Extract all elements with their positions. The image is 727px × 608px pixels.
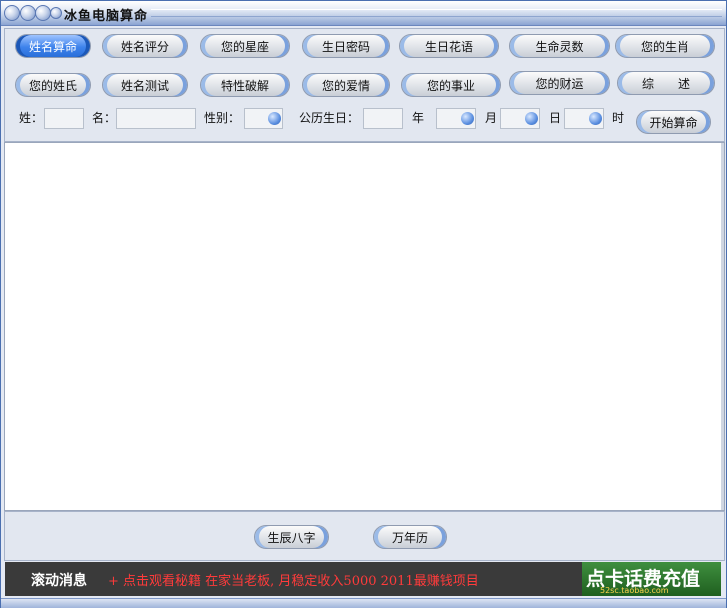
title-decoration <box>151 9 722 17</box>
surname-label: 姓： <box>19 111 44 125</box>
month-label: 月 <box>485 111 498 125</box>
tab-love[interactable]: 您的爱情 <box>302 73 390 97</box>
news-ticker: 滚动消息 + 点击观看秘籍 在家当老板, 月稳定收入5000 2011最赚钱项目… <box>5 562 721 596</box>
bottom-panel: 生辰八字 万年历 <box>4 511 725 561</box>
tab-summary[interactable]: 综 述 <box>617 71 715 95</box>
tab-birthday-code[interactable]: 生日密码 <box>302 34 390 58</box>
minimize-icon[interactable] <box>20 5 36 21</box>
system-menu-icon[interactable] <box>4 5 20 21</box>
dropdown-knob-icon[interactable] <box>461 112 474 125</box>
surname-input[interactable] <box>44 108 84 129</box>
birthday-label: 公历生日： <box>299 111 360 125</box>
dropdown-knob-icon[interactable] <box>525 112 538 125</box>
ticker-label: 滚动消息 <box>31 573 87 589</box>
window-title: 冰鱼电脑算命 <box>64 9 149 24</box>
gender-select[interactable] <box>244 108 283 129</box>
gender-label: 性别： <box>204 111 241 125</box>
app-window: 冰鱼电脑算命 姓名算命 姓名评分 您的星座 生日密码 生日花语 生命灵数 您的生… <box>0 0 727 608</box>
day-label: 日 <box>549 111 562 125</box>
tab-wealth[interactable]: 您的财运 <box>509 71 610 95</box>
birthday-input[interactable] <box>363 108 403 129</box>
tab-career[interactable]: 您的事业 <box>401 73 501 97</box>
calendar-button[interactable]: 万年历 <box>373 525 447 549</box>
tab-surname[interactable]: 您的姓氏 <box>15 73 91 97</box>
window-footer <box>1 598 726 608</box>
bazi-button[interactable]: 生辰八字 <box>254 525 329 549</box>
hour-label: 时 <box>612 111 625 125</box>
result-area[interactable] <box>4 142 725 511</box>
scrollbar[interactable] <box>721 143 724 510</box>
year-label: 年 <box>412 111 425 125</box>
close-icon[interactable] <box>35 5 51 21</box>
day-select[interactable] <box>564 108 604 129</box>
ticker-message[interactable]: + 点击观看秘籍 在家当老板, 月稳定收入5000 2011最赚钱项目 <box>108 570 479 589</box>
dropdown-knob-icon[interactable] <box>268 112 281 125</box>
tab-constellation[interactable]: 您的星座 <box>200 34 290 58</box>
dropdown-knob-icon[interactable] <box>589 112 602 125</box>
given-name-input[interactable] <box>116 108 196 129</box>
tab-birthday-flower[interactable]: 生日花语 <box>399 34 499 58</box>
window-orb-icon <box>50 7 62 19</box>
start-button[interactable]: 开始算命 <box>636 110 711 134</box>
month-select[interactable] <box>500 108 540 129</box>
tab-zodiac[interactable]: 您的生肖 <box>615 34 715 58</box>
tab-personality[interactable]: 特性破解 <box>200 73 290 97</box>
ad-banner[interactable]: 点卡话费充值 52sc.taobao.com <box>582 562 721 596</box>
tab-name-score[interactable]: 姓名评分 <box>102 34 188 58</box>
tab-life-number[interactable]: 生命灵数 <box>509 34 610 58</box>
ad-url[interactable]: 52sc.taobao.com <box>600 586 669 595</box>
tab-name-test[interactable]: 姓名测试 <box>102 73 188 97</box>
title-bar[interactable]: 冰鱼电脑算命 <box>1 1 726 26</box>
year-select[interactable] <box>436 108 476 129</box>
tab-name-fortune[interactable]: 姓名算命 <box>15 34 91 58</box>
given-name-label: 名： <box>92 111 117 125</box>
